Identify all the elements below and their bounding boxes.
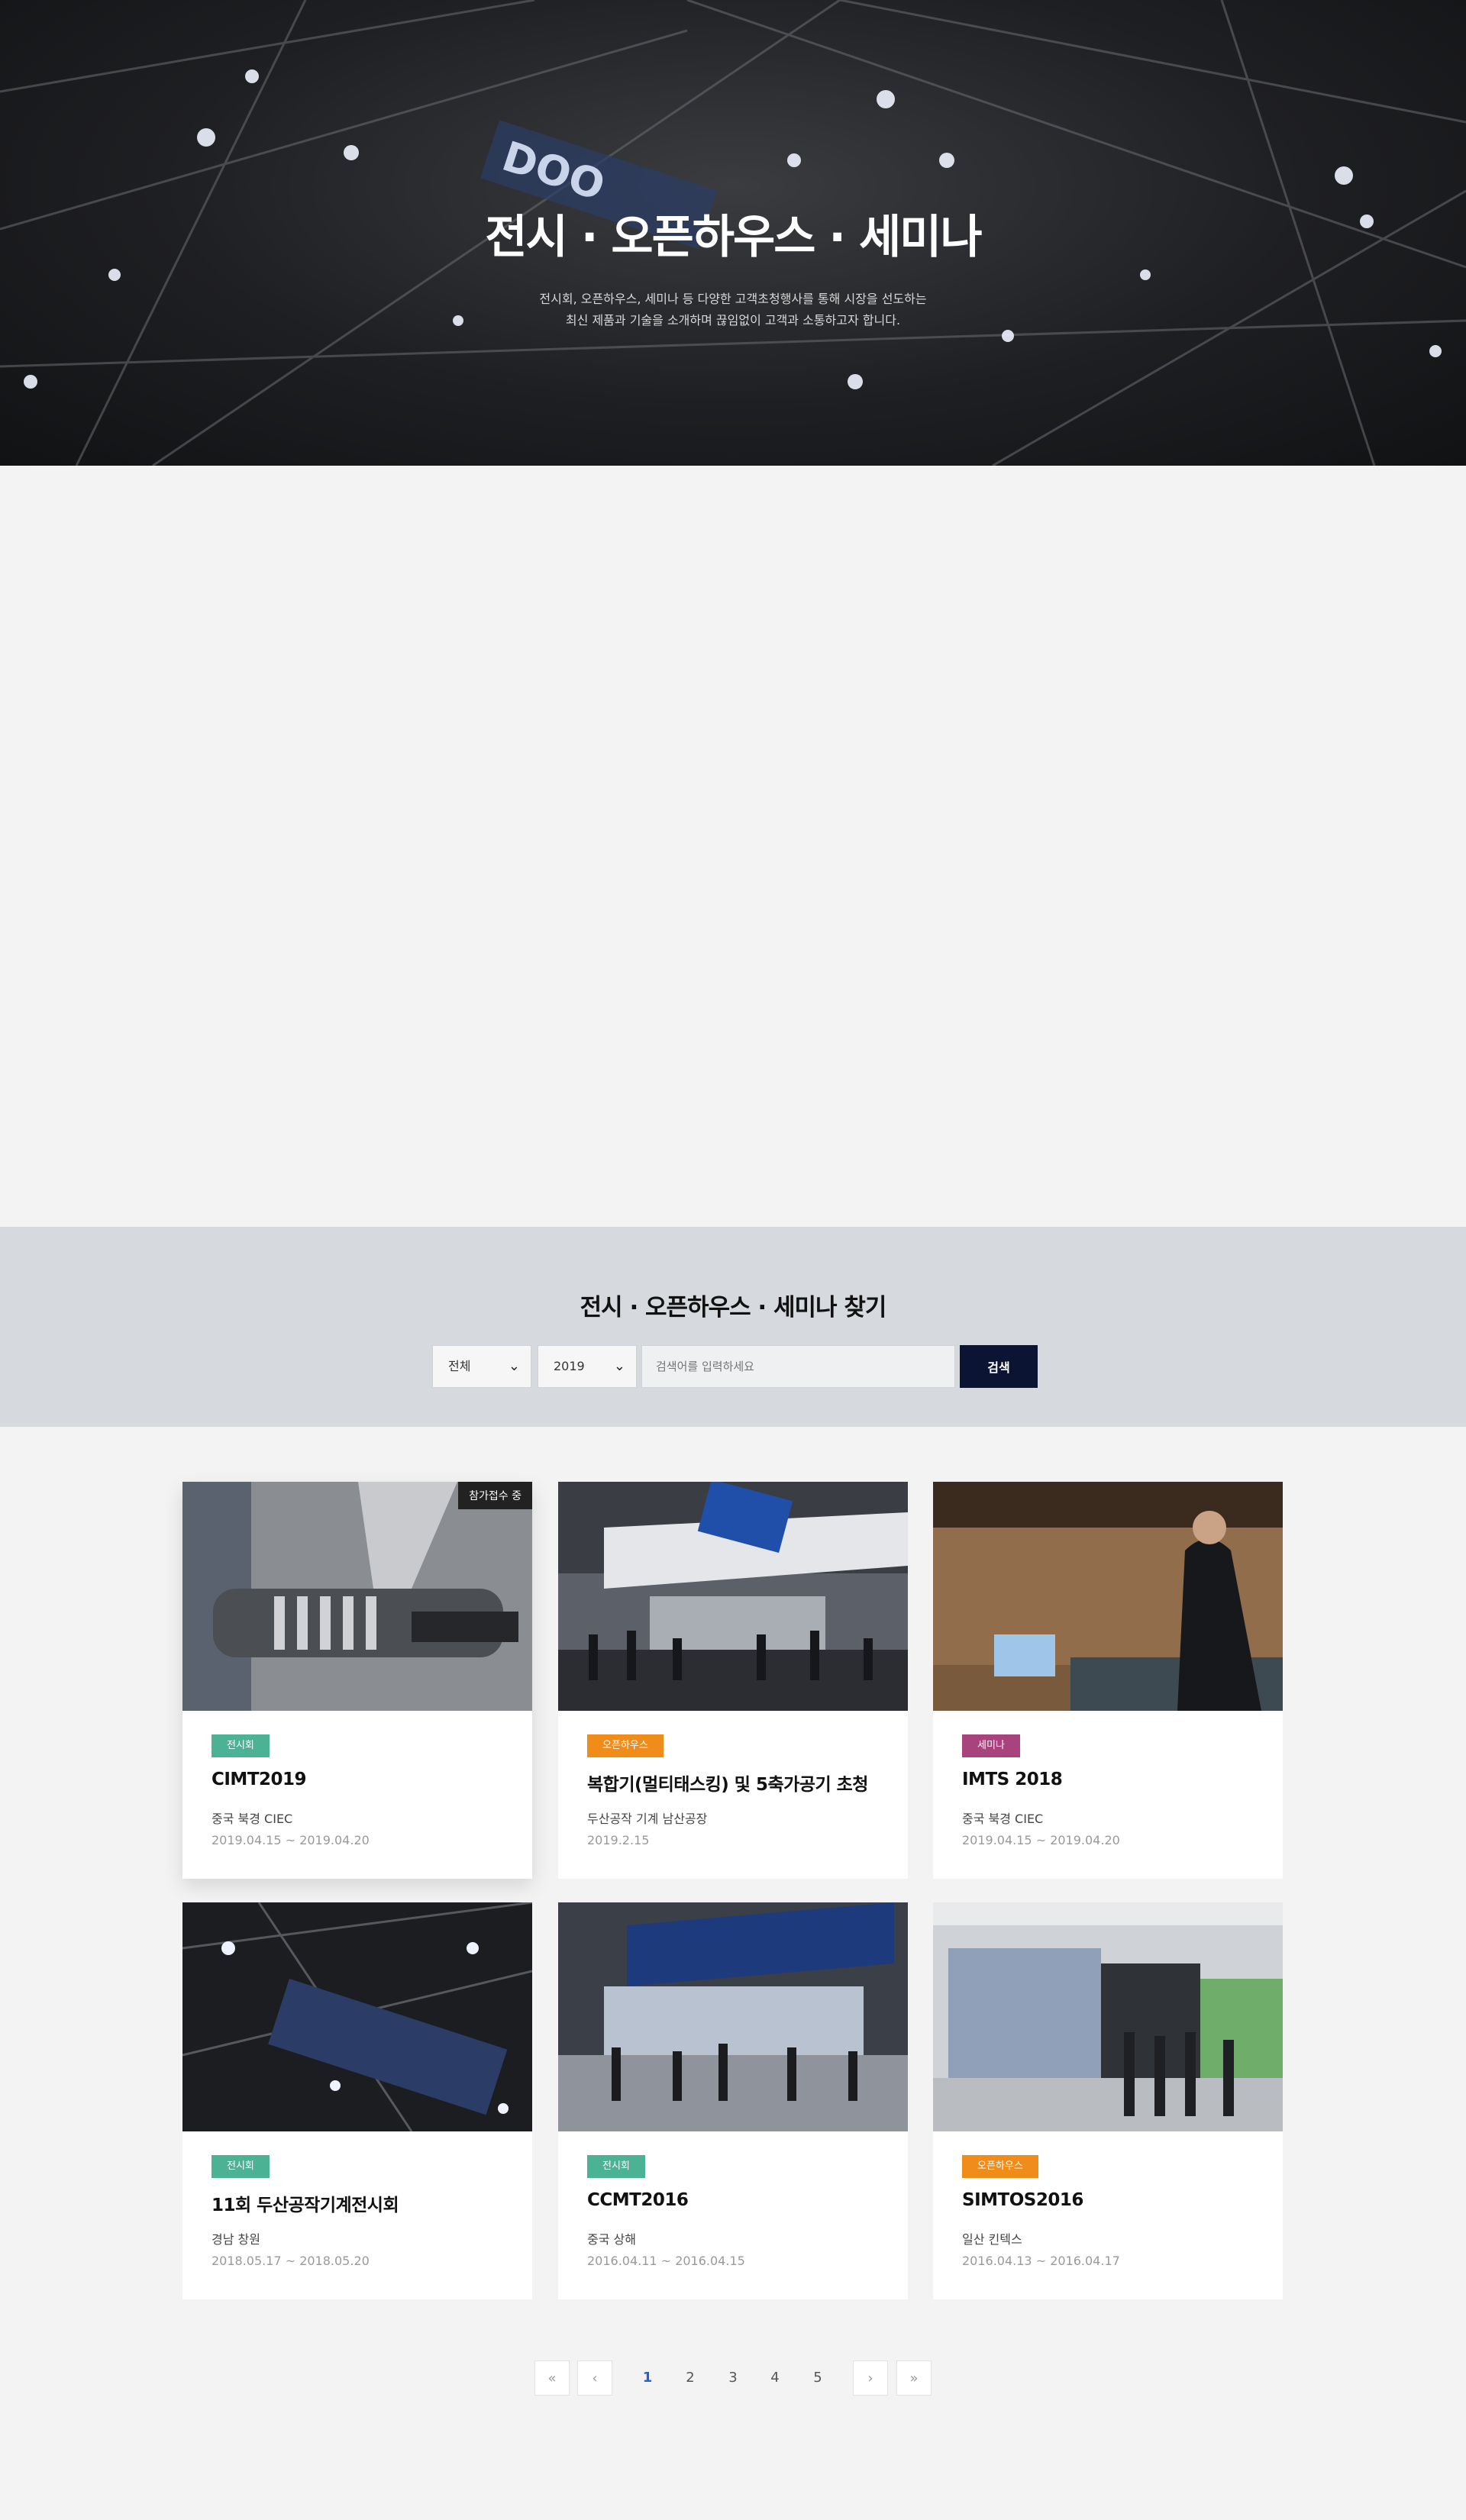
page-number-4[interactable]: 4 <box>764 2360 786 2396</box>
event-thumbnail <box>558 1902 908 2131</box>
page-number-2[interactable]: 2 <box>680 2360 701 2396</box>
recruit-status-badge: 참가접수 중 <box>458 1482 532 1509</box>
search-title: 전시 · 오픈하우스 · 세미나 찾기 <box>580 1294 887 1321</box>
event-date: 2019.2.15 <box>587 1833 650 1847</box>
event-date: 2016.04.11 ~ 2016.04.15 <box>587 2254 745 2268</box>
hero-description: 전시회, 오픈하우스, 세미나 등 다양한 고객초청행사를 통해 시장을 선도하… <box>0 289 1466 331</box>
double-chevron-right-icon: » <box>909 2370 919 2386</box>
category-select-value: 전체 <box>448 1359 471 1373</box>
event-card[interactable]: 참가접수 중 전시회 CIMT2019 중국 북경 CIEC 2019.04.1… <box>182 1482 532 1879</box>
event-title: CCMT2016 <box>587 2190 689 2210</box>
event-date: 2016.04.13 ~ 2016.04.17 <box>962 2254 1120 2268</box>
search-button[interactable]: 검색 <box>960 1345 1038 1388</box>
event-card[interactable]: 전시회 CCMT2016 중국 상해 2016.04.11 ~ 2016.04.… <box>558 1902 908 2299</box>
hero-description-line1: 전시회, 오픈하우스, 세미나 등 다양한 고객초청행사를 통해 시장을 선도하… <box>539 292 927 306</box>
page-number-1[interactable]: 1 <box>637 2360 658 2396</box>
category-badge: 세미나 <box>962 1734 1020 1757</box>
category-badge: 전시회 <box>212 1734 270 1757</box>
event-card[interactable]: 오픈하우스 복합기(멀티태스킹) 및 5축가공기 초청 두산공작 기계 남산공장… <box>558 1482 908 1879</box>
chevron-right-icon: › <box>867 2370 873 2386</box>
chevron-down-icon: ⌄ <box>613 1358 625 1374</box>
last-page-button[interactable]: » <box>896 2360 932 2396</box>
event-date: 2018.05.17 ~ 2018.05.20 <box>212 2254 370 2268</box>
event-place: 일산 킨텍스 <box>962 2232 1022 2247</box>
chevron-left-icon: ‹ <box>592 2370 598 2386</box>
category-select[interactable]: 전체 ⌄ <box>432 1345 531 1388</box>
hero-description-line2: 최신 제품과 기술을 소개하며 끊임없이 고객과 소통하고자 합니다. <box>565 313 901 328</box>
event-card[interactable]: 오픈하우스 SIMTOS2016 일산 킨텍스 2016.04.13 ~ 201… <box>933 1902 1283 2299</box>
event-place: 중국 북경 CIEC <box>962 1812 1044 1826</box>
event-thumbnail: 참가접수 중 <box>182 1482 532 1711</box>
category-badge: 오픈하우스 <box>962 2155 1038 2178</box>
event-date: 2019.04.15 ~ 2019.04.20 <box>962 1833 1120 1847</box>
event-title: 11회 두산공작기계전시회 <box>212 2196 399 2215</box>
event-card[interactable]: 전시회 11회 두산공작기계전시회 경남 창원 2018.05.17 ~ 201… <box>182 1902 532 2299</box>
event-title: SIMTOS2016 <box>962 2190 1083 2210</box>
hero-banner: DOO 전시 · 오픈하우스 · 세미나 전시회, 오픈하우스, 세미나 등 다… <box>0 0 1466 466</box>
event-place: 경남 창원 <box>212 2232 260 2247</box>
event-thumbnail <box>933 1902 1283 2131</box>
search-input[interactable] <box>641 1345 955 1388</box>
next-page-button[interactable]: › <box>853 2360 888 2396</box>
event-card[interactable]: 세미나 IMTS 2018 중국 북경 CIEC 2019.04.15 ~ 20… <box>933 1482 1283 1879</box>
year-select[interactable]: 2019 ⌄ <box>538 1345 637 1388</box>
prev-page-button[interactable]: ‹ <box>577 2360 612 2396</box>
event-thumbnail <box>182 1902 532 2131</box>
search-section <box>0 1227 1466 1427</box>
page-number-3[interactable]: 3 <box>722 2360 744 2396</box>
page-number-5[interactable]: 5 <box>807 2360 828 2396</box>
category-badge: 오픈하우스 <box>587 1734 664 1757</box>
double-chevron-left-icon: « <box>547 2370 557 2386</box>
event-date: 2019.04.15 ~ 2019.04.20 <box>212 1833 370 1847</box>
event-title: 복합기(멀티태스킹) 및 5축가공기 초청 <box>587 1775 868 1795</box>
event-place: 중국 북경 CIEC <box>212 1812 293 1826</box>
event-title: CIMT2019 <box>212 1770 307 1789</box>
event-thumbnail <box>933 1482 1283 1711</box>
event-place: 중국 상해 <box>587 2232 636 2247</box>
chevron-down-icon: ⌄ <box>508 1358 520 1374</box>
first-page-button[interactable]: « <box>534 2360 570 2396</box>
event-place: 두산공작 기계 남산공장 <box>587 1812 708 1826</box>
page-title: 전시 · 오픈하우스 · 세미나 <box>485 211 982 264</box>
event-title: IMTS 2018 <box>962 1770 1063 1789</box>
category-badge: 전시회 <box>212 2155 270 2178</box>
year-select-value: 2019 <box>554 1359 585 1373</box>
event-thumbnail <box>558 1482 908 1711</box>
category-badge: 전시회 <box>587 2155 645 2178</box>
